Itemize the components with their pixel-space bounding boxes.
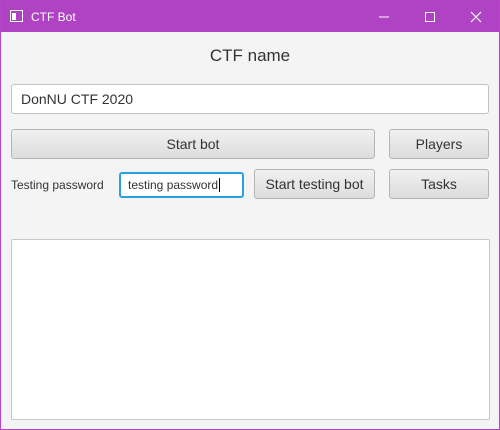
testing-password-value: testing password xyxy=(128,178,219,192)
app-window: CTF Bot CTF name DonNU CTF 2020 Start bo… xyxy=(0,0,500,430)
players-button[interactable]: Players xyxy=(389,129,489,159)
minimize-button[interactable] xyxy=(361,1,407,32)
close-icon xyxy=(470,11,482,23)
text-caret xyxy=(219,178,221,192)
app-window-icon xyxy=(10,10,23,22)
ctf-name-heading: CTF name xyxy=(209,46,291,65)
maximize-button[interactable] xyxy=(407,1,453,32)
ctf-name-value: DonNU CTF 2020 xyxy=(21,91,134,107)
testing-password-label: Testing password xyxy=(11,178,104,192)
log-text-area[interactable] xyxy=(11,239,490,420)
window-title: CTF Bot xyxy=(31,10,76,24)
title-bar[interactable]: CTF Bot xyxy=(1,1,499,32)
ctf-name-input[interactable]: DonNU CTF 2020 xyxy=(11,84,489,114)
minimize-icon xyxy=(379,16,389,18)
maximize-icon xyxy=(425,12,435,22)
tasks-button[interactable]: Tasks xyxy=(389,169,489,199)
close-button[interactable] xyxy=(453,1,499,32)
testing-password-input[interactable]: testing password xyxy=(119,172,244,198)
start-testing-bot-button[interactable]: Start testing bot xyxy=(254,169,375,199)
start-bot-button[interactable]: Start bot xyxy=(11,129,375,159)
